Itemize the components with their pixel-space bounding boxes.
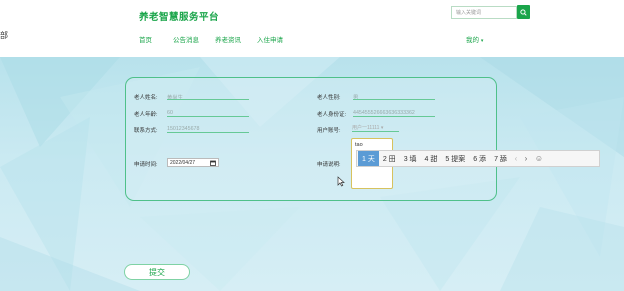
gender-label: 老人性别: — [317, 95, 341, 101]
account-label: 用户账号: — [317, 128, 341, 134]
edge-glyph: 部 — [0, 31, 8, 40]
submit-button[interactable]: 提交 — [124, 264, 190, 280]
ime-candidate-7[interactable]: 7 舔 — [490, 151, 511, 166]
user-menu-label: 我的 — [466, 37, 479, 44]
age-label: 老人年龄: — [134, 112, 158, 118]
chevron-down-icon: ▾ — [480, 38, 484, 44]
search-input[interactable] — [451, 6, 517, 19]
account-value: 用户一11111 — [352, 125, 380, 131]
submit-label: 提交 — [149, 267, 165, 277]
ime-candidate-3[interactable]: 3 填 — [400, 151, 421, 166]
chevron-left-icon[interactable]: ‹ — [511, 154, 521, 163]
account-select[interactable]: 用户一11111 ▾ — [352, 123, 399, 132]
search-button[interactable] — [517, 5, 530, 19]
ime-candidate-6[interactable]: 6 添 — [469, 151, 490, 166]
nav-home[interactable]: 首页 — [139, 34, 152, 44]
contact-field[interactable]: 15012345678 — [167, 124, 249, 133]
note-label: 申请说明: — [317, 162, 341, 168]
chevron-right-icon[interactable]: › — [521, 154, 531, 163]
contact-label: 联系方式: — [134, 128, 158, 134]
date-label: 申请时间: — [134, 162, 158, 168]
ime-candidate-bar: 1 天 2 田 3 填 4 甜 5 提案 6 添 7 舔 ‹ › ☺ — [356, 150, 600, 167]
nav-notices[interactable]: 公告消息 — [173, 34, 199, 44]
mouse-pointer-icon — [337, 176, 345, 187]
ime-candidate-2[interactable]: 2 田 — [379, 151, 400, 166]
gender-field[interactable]: 男 — [353, 91, 435, 100]
calendar-icon — [210, 160, 216, 166]
ime-candidate-4[interactable]: 4 甜 — [421, 151, 442, 166]
chevron-down-icon: ▾ — [380, 125, 384, 131]
ime-candidate-1[interactable]: 1 天 — [358, 151, 379, 166]
ime-candidate-5[interactable]: 5 提案 — [441, 151, 469, 166]
emoji-icon[interactable]: ☺ — [534, 154, 544, 163]
id-card-field[interactable]: 445455526663636333362 — [353, 108, 435, 117]
nav-news[interactable]: 养老资讯 — [215, 34, 241, 44]
name-label: 老人姓名: — [134, 95, 158, 101]
name-field[interactable]: 黄尚生 — [167, 91, 249, 100]
top-header: 部 养老智慧服务平台 首页 公告消息 养老资讯 入住申请 我的 ▾ — [0, 0, 624, 57]
nav-checkin-apply[interactable]: 入住申请 — [257, 34, 283, 44]
id-card-label: 老人身份证: — [317, 112, 347, 118]
date-input[interactable]: 2022/04/27 — [167, 158, 219, 167]
user-menu[interactable]: 我的 ▾ — [466, 34, 483, 44]
search-icon — [520, 8, 527, 16]
age-field[interactable]: 60 — [167, 108, 249, 117]
brand-title: 养老智慧服务平台 — [139, 12, 220, 23]
date-value: 2022/04/27 — [170, 159, 196, 166]
